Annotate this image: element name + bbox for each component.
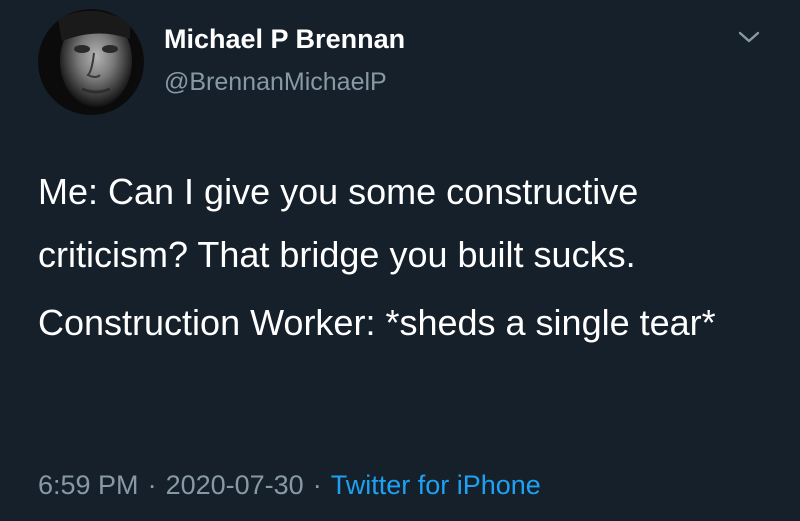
author-display-name[interactable]: Michael P Brennan xyxy=(164,24,405,55)
tweet-date[interactable]: 2020-07-30 xyxy=(166,470,304,500)
tweet-card: Michael P Brennan @BrennanMichaelP Me: C… xyxy=(0,0,800,521)
tweet-source-link[interactable]: Twitter for iPhone xyxy=(331,470,541,500)
chevron-down-icon[interactable] xyxy=(737,28,761,46)
tweet-meta: 6:59 PM · 2020-07-30 · Twitter for iPhone xyxy=(38,470,541,501)
author-handle[interactable]: @BrennanMichaelP xyxy=(164,68,387,97)
meta-separator: · xyxy=(312,470,322,500)
avatar-image xyxy=(38,9,144,115)
tweet-paragraph: Me: Can I give you some constructive cri… xyxy=(38,171,639,275)
tweet-text: Me: Can I give you some constructive cri… xyxy=(38,160,778,354)
tweet-time[interactable]: 6:59 PM xyxy=(38,470,139,500)
meta-separator: · xyxy=(147,470,157,500)
avatar[interactable] xyxy=(38,9,144,115)
tweet-paragraph: Construction Worker: *sheds a single tea… xyxy=(38,302,716,343)
